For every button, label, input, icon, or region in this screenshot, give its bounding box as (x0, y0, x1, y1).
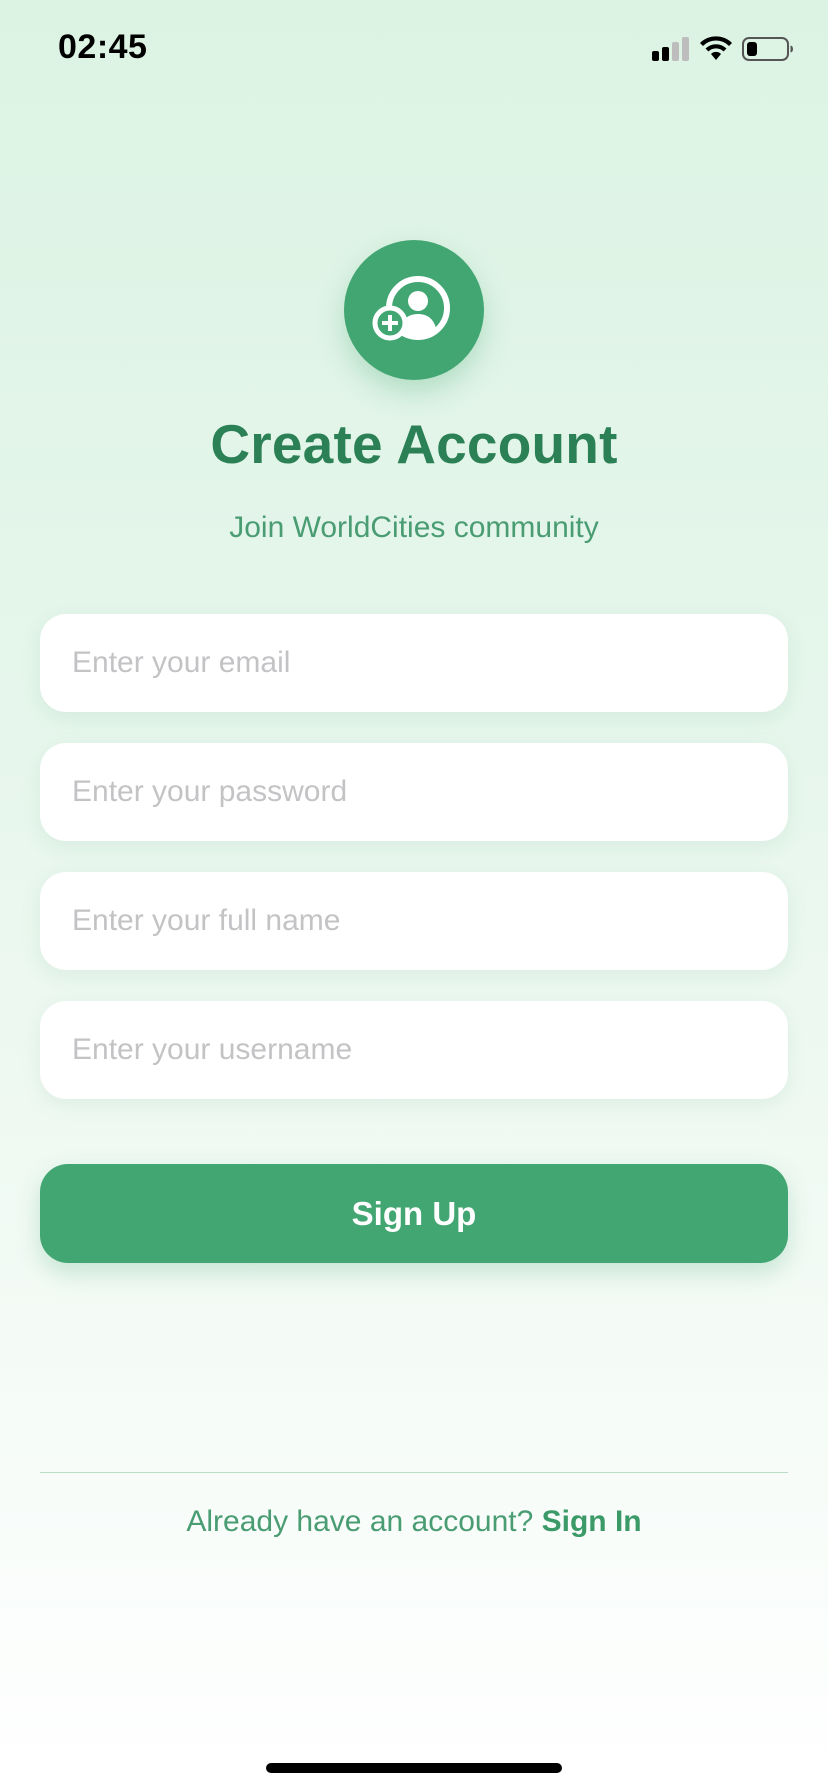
battery-icon (742, 37, 793, 61)
status-time: 02:45 (58, 28, 148, 66)
home-indicator[interactable] (266, 1763, 562, 1773)
status-bar: 02:45 (0, 0, 828, 100)
page-subtitle: Join WorldCities community (229, 511, 599, 544)
divider (40, 1472, 788, 1473)
sign-in-prompt-text: Already have an account? (186, 1505, 542, 1538)
wifi-icon (700, 36, 732, 60)
full-name-field[interactable] (40, 872, 788, 970)
page-title: Create Account (210, 413, 618, 475)
cellular-signal-icon (652, 37, 692, 61)
sign-in-prompt: Already have an account? Sign In (0, 1505, 828, 1539)
password-field[interactable] (40, 743, 788, 841)
add-user-icon (372, 276, 450, 341)
username-field[interactable] (40, 1001, 788, 1099)
email-field[interactable] (40, 614, 788, 712)
app-logo (344, 240, 484, 380)
sign-up-button[interactable]: Sign Up (40, 1164, 788, 1263)
sign-in-link[interactable]: Sign In (542, 1505, 642, 1538)
